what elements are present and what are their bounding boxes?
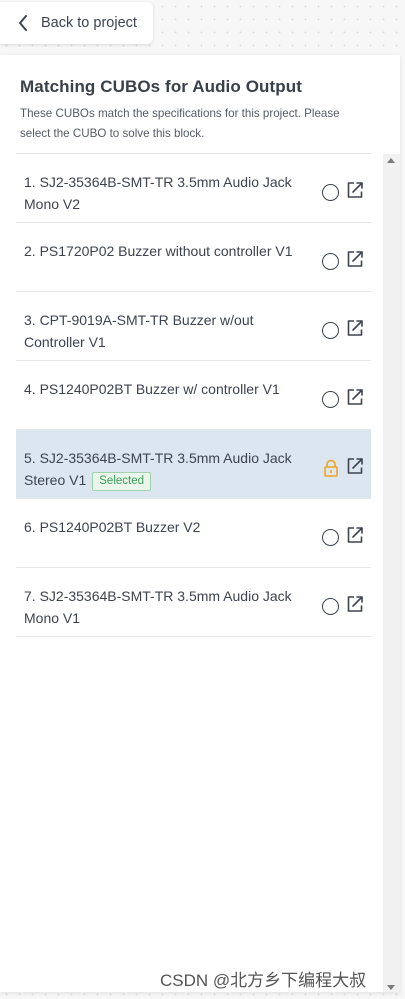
cubo-label: 4. PS1240P02BT Buzzer w/ controller V1 [24,378,304,400]
lock-icon[interactable] [323,459,339,477]
matching-cubos-panel: Matching CUBOs for Audio Output These CU… [0,55,400,992]
back-to-project-button[interactable]: Back to project [0,2,153,44]
scroll-down-arrow-icon[interactable] [387,985,395,990]
radio-circle-icon[interactable] [322,253,339,270]
cubo-name: 6. PS1240P02BT Buzzer V2 [24,519,201,535]
cubo-name: 4. PS1240P02BT Buzzer w/ controller V1 [24,381,280,397]
panel-subtitle: These CUBOs match the specifications for… [20,107,340,140]
back-label: Back to project [41,15,137,31]
radio-circle-icon[interactable] [322,391,339,408]
list-item[interactable]: 4. PS1240P02BT Buzzer w/ controller V1 [16,361,371,430]
list-item[interactable]: 7. SJ2-35364B-SMT-TR 3.5mm Audio Jack Mo… [16,568,371,637]
external-link-icon[interactable] [346,181,364,199]
cubo-label: 7. SJ2-35364B-SMT-TR 3.5mm Audio Jack Mo… [24,585,304,629]
list-item[interactable]: 3. CPT-9019A-SMT-TR Buzzer w/out Control… [16,292,371,361]
list-item[interactable]: 6. PS1240P02BT Buzzer V2 [16,499,371,568]
cubo-name: 2. PS1720P02 Buzzer without controller V… [24,243,293,259]
scrollbar[interactable] [383,154,400,992]
cubo-name: 1. SJ2-35364B-SMT-TR 3.5mm Audio Jack Mo… [24,174,292,212]
radio-circle-icon[interactable] [322,184,339,201]
cubo-label: 5. SJ2-35364B-SMT-TR 3.5mm Audio Jack St… [24,447,304,491]
cubo-name: 3. CPT-9019A-SMT-TR Buzzer w/out Control… [24,312,254,350]
external-link-icon[interactable] [346,319,364,337]
external-link-icon[interactable] [346,388,364,406]
external-link-icon[interactable] [346,526,364,544]
radio-circle-icon[interactable] [322,529,339,546]
external-link-icon[interactable] [346,250,364,268]
cubo-name: 5. SJ2-35364B-SMT-TR 3.5mm Audio Jack St… [24,450,292,488]
radio-circle-icon[interactable] [322,598,339,615]
scroll-up-arrow-icon[interactable] [387,158,395,163]
radio-circle-icon[interactable] [322,322,339,339]
list-item[interactable]: 2. PS1720P02 Buzzer without controller V… [16,223,371,292]
chevron-left-icon [19,15,27,31]
cubo-label: 6. PS1240P02BT Buzzer V2 [24,516,304,538]
selected-badge: Selected [92,471,152,491]
cubo-name: 7. SJ2-35364B-SMT-TR 3.5mm Audio Jack Mo… [24,588,292,626]
cubo-label: 1. SJ2-35364B-SMT-TR 3.5mm Audio Jack Mo… [24,171,304,215]
external-link-icon[interactable] [346,457,364,475]
cubo-label: 2. PS1720P02 Buzzer without controller V… [24,240,304,262]
watermark: CSDN @北方乡下编程大叔 [160,971,367,990]
external-link-icon[interactable] [346,595,364,613]
cubo-label: 3. CPT-9019A-SMT-TR Buzzer w/out Control… [24,309,304,353]
list-item[interactable]: 1. SJ2-35364B-SMT-TR 3.5mm Audio Jack Mo… [16,154,371,223]
list-item[interactable]: 5. SJ2-35364B-SMT-TR 3.5mm Audio Jack St… [16,430,371,499]
panel-title: Matching CUBOs for Audio Output [20,77,302,96]
cubo-list: 1. SJ2-35364B-SMT-TR 3.5mm Audio Jack Mo… [16,154,371,637]
